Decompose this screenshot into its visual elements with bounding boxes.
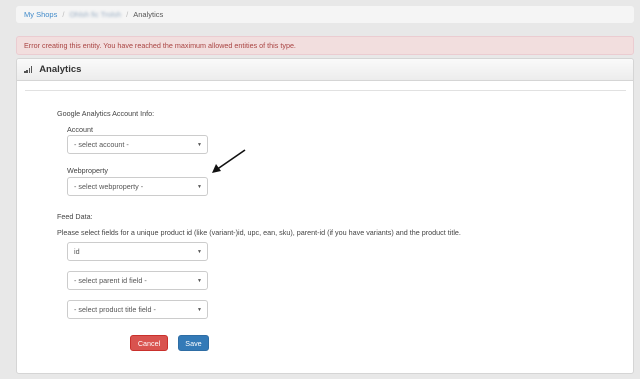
parent-id-field-select-value: - select parent id field - (74, 276, 147, 285)
product-title-field-select-value: - select product title field - (74, 305, 156, 314)
analytics-panel: Analytics Google Analytics Account Info:… (16, 58, 634, 374)
breadcrumb-shop-link[interactable]: Ohlsh fic Trolsh (69, 10, 121, 19)
panel-heading: Analytics (17, 59, 633, 81)
caret-down-icon: ▼ (197, 278, 202, 284)
id-field-select[interactable]: id ▼ (67, 242, 208, 261)
signal-bars-icon (24, 66, 33, 73)
caret-down-icon: ▼ (197, 307, 202, 313)
webproperty-select[interactable]: - select webproperty - ▼ (67, 177, 208, 196)
save-button[interactable]: Save (178, 335, 209, 351)
parent-id-field-select[interactable]: - select parent id field - ▼ (67, 271, 208, 290)
panel-title: Analytics (39, 64, 82, 75)
breadcrumb-separator: / (126, 10, 129, 19)
account-label: Account (67, 125, 93, 134)
breadcrumb: My Shops / Ohlsh fic Trolsh / Analytics (16, 6, 634, 23)
ga-section-heading: Google Analytics Account Info: (57, 109, 155, 118)
product-title-field-select[interactable]: - select product title field - ▼ (67, 300, 208, 319)
feed-section-instructions: Please select fields for a unique produc… (57, 228, 461, 237)
webproperty-select-value: - select webproperty - (74, 182, 144, 191)
caret-down-icon: ▼ (197, 249, 202, 255)
breadcrumb-current: Analytics (133, 10, 164, 19)
caret-down-icon: ▼ (197, 142, 202, 148)
breadcrumb-separator: / (62, 10, 65, 19)
account-select[interactable]: - select account - ▼ (67, 135, 208, 154)
breadcrumb-my-shops-link[interactable]: My Shops (24, 10, 57, 19)
cancel-button[interactable]: Cancel (130, 335, 168, 351)
annotation-arrow-icon (212, 149, 246, 173)
webproperty-label: Webproperty (67, 166, 109, 175)
caret-down-icon: ▼ (197, 184, 202, 190)
error-alert: Error creating this entity. You have rea… (16, 36, 634, 55)
id-field-select-value: id (74, 247, 80, 256)
divider (25, 90, 626, 91)
feed-section-heading: Feed Data: (57, 212, 93, 221)
error-alert-message: Error creating this entity. You have rea… (24, 41, 296, 50)
account-select-value: - select account - (74, 140, 129, 149)
